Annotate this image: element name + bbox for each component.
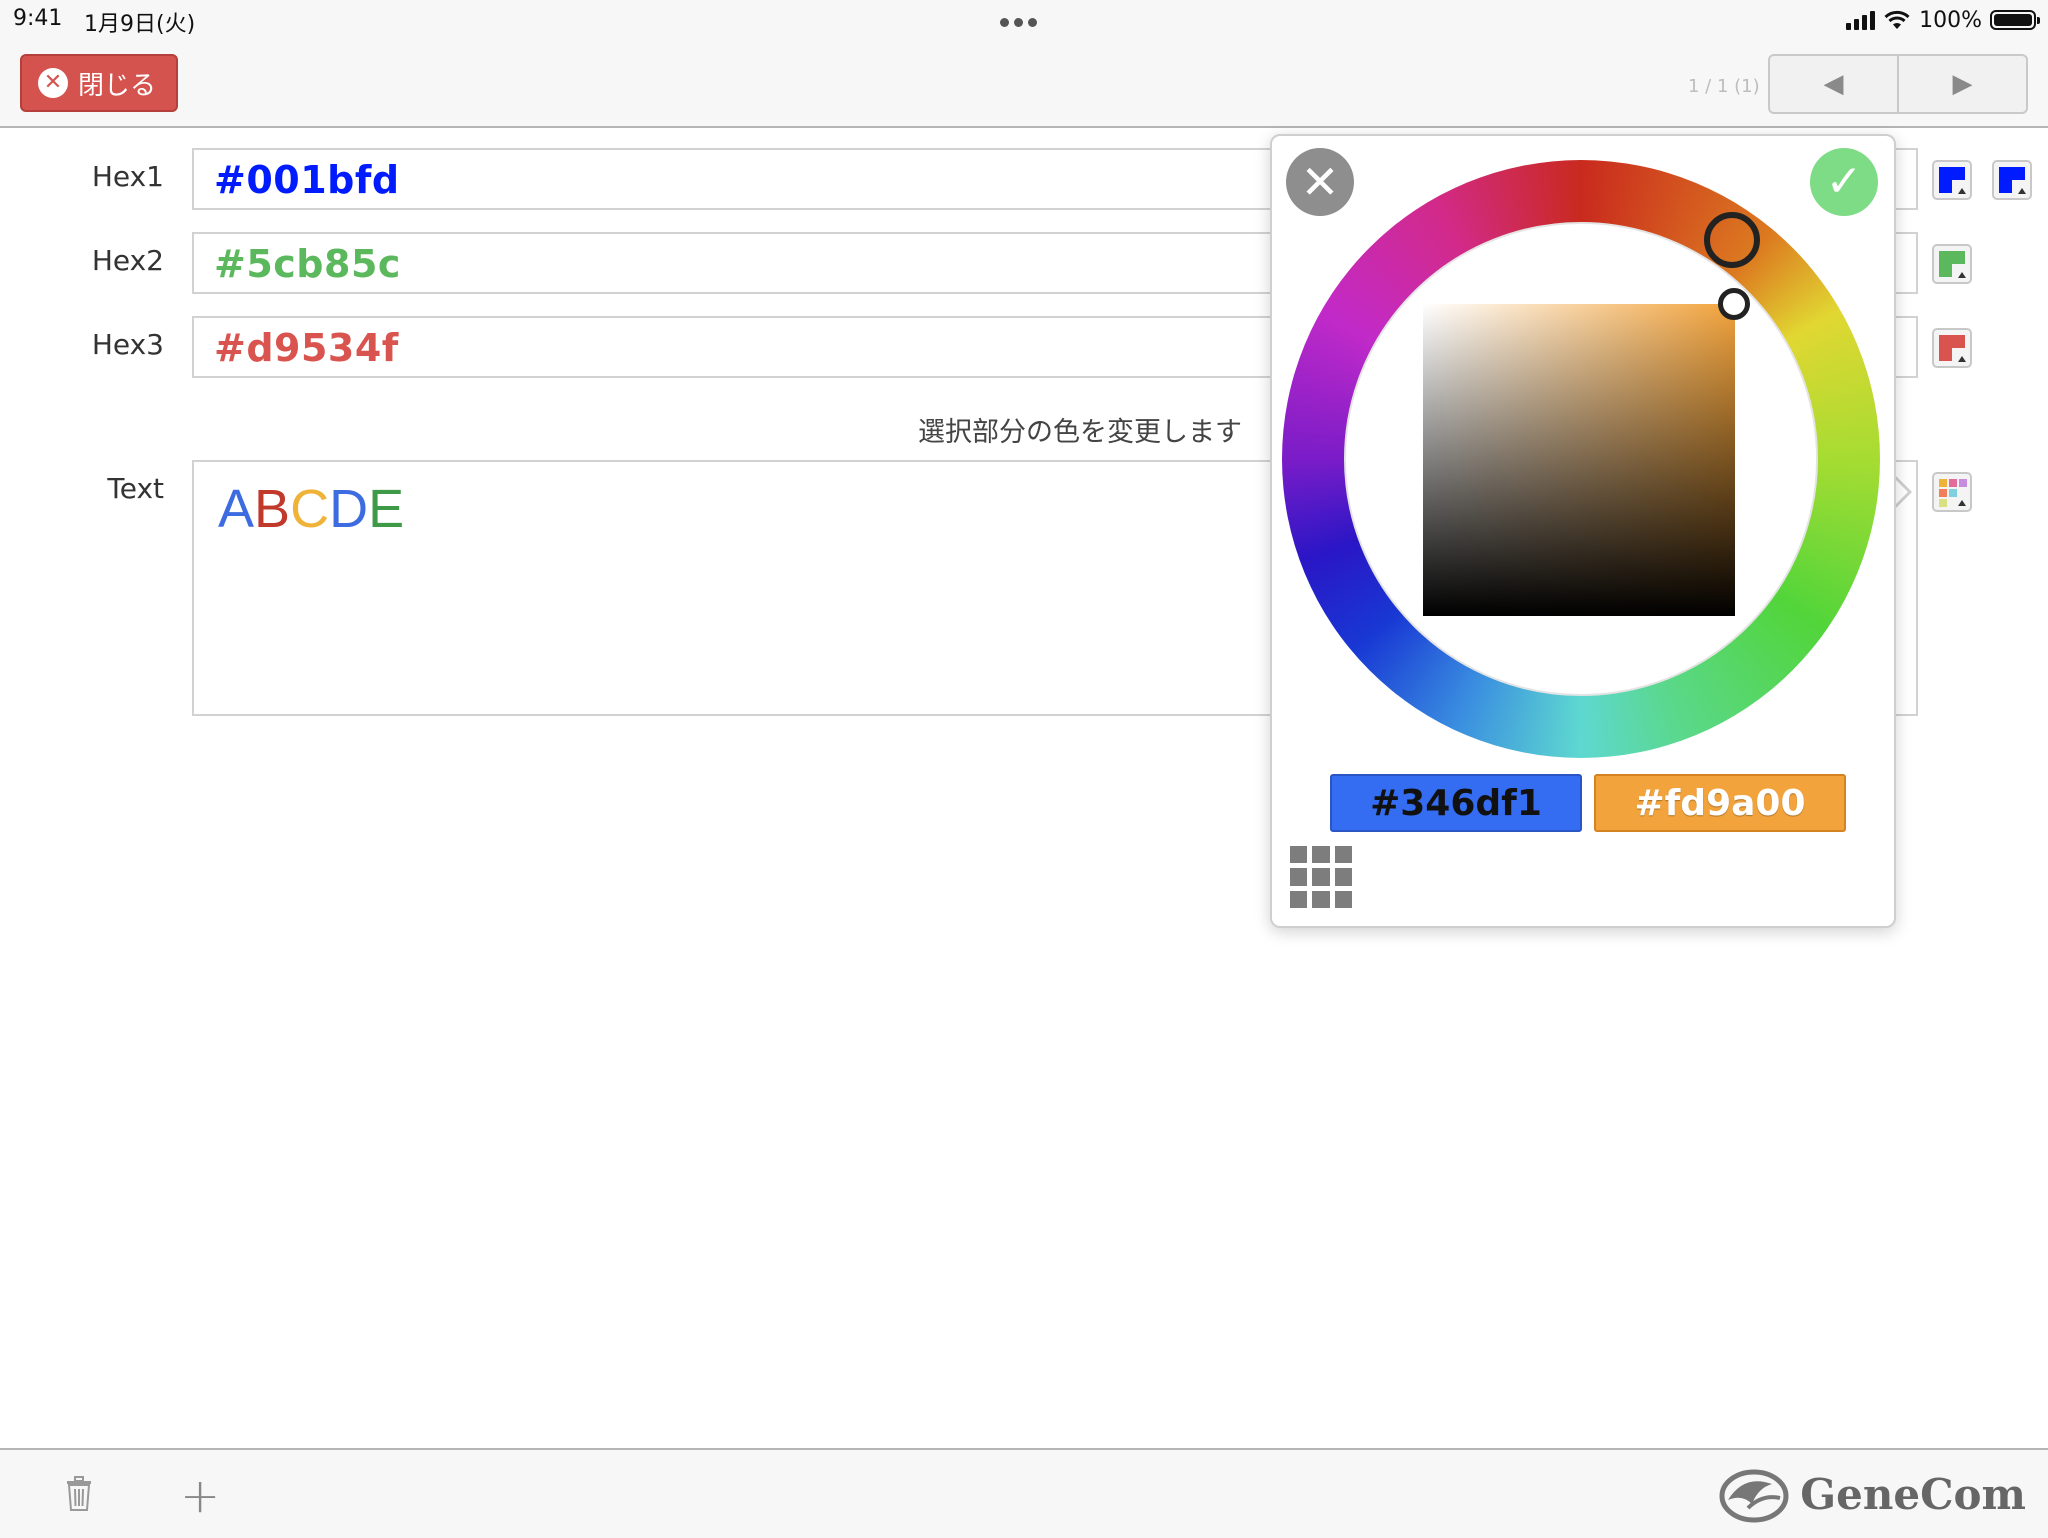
palette-grid-icon[interactable] [1290,846,1352,908]
page-indicator: 1 / 1 (1) [1688,76,1760,97]
hex3-label: Hex3 [91,328,164,361]
hex2-color-button[interactable] [1932,244,1972,284]
color-picker-popover: ✕ ✓ #346df1 #fd9a00 [1270,134,1896,928]
saturation-value-handle[interactable] [1718,288,1750,320]
popover-arrow [1892,474,1912,510]
text-color-button[interactable] [1932,472,1972,512]
saturation-value-square[interactable] [1423,304,1735,616]
close-button[interactable]: ✕ 閉じる [20,54,178,112]
status-time: 9:41 [13,6,63,31]
page-nav-segment: ◀ ▶ [1768,54,2028,114]
dropdown-triangle-icon [1958,272,1966,278]
status-date: 1月9日(火) [84,12,196,37]
previous-color-value: #346df1 [1370,782,1542,824]
picker-confirm-button[interactable]: ✓ [1810,148,1878,216]
dropdown-triangle-icon [2018,188,2026,194]
hex1-color-button[interactable] [1932,160,1972,200]
previous-color-chip[interactable]: #346df1 [1330,774,1582,832]
multitask-dots-icon[interactable] [1000,12,1048,27]
dropdown-triangle-icon [1958,500,1966,506]
status-bar: 9:41 1月9日(火) 100% [0,0,2048,40]
genecom-logo-icon [1719,1469,1789,1523]
hue-handle[interactable] [1704,212,1760,268]
current-color-value: #fd9a00 [1634,782,1806,824]
hex1-color-button-alt[interactable] [1992,160,2032,200]
brand-name: GeneCom [1800,1469,2026,1519]
letter-b: B [254,479,291,539]
letter-c: C [290,479,330,539]
selection-hint: 選択部分の色を変更します [918,417,1242,448]
close-icon: ✕ [1300,155,1340,209]
letter-a: A [218,479,255,539]
dropdown-triangle-icon [1958,356,1966,362]
next-page-button[interactable]: ▶ [1897,56,2026,112]
battery-percent: 100% [1919,7,1982,33]
picker-cancel-button[interactable]: ✕ [1286,148,1354,216]
nav-bar: ✕ 閉じる 1 / 1 (1) ◀ ▶ [0,40,2048,128]
hex1-value: #001bfd [214,158,400,202]
brand-logo: GeneCom [1718,1464,2026,1524]
cellular-signal-icon [1846,10,1876,30]
hex2-value: #5cb85c [214,242,401,286]
triangle-left-icon: ◀ [1823,69,1844,99]
status-indicators: 100% [1846,4,2040,36]
hex1-label: Hex1 [91,160,164,193]
text-label: Text [107,472,164,505]
hex3-value: #d9534f [214,326,399,370]
hex3-color-button[interactable] [1932,328,1972,368]
dropdown-triangle-icon [1958,188,1966,194]
close-button-label: 閉じる [78,70,157,101]
triangle-right-icon: ▶ [1952,69,1973,99]
wifi-icon [1884,10,1910,29]
checkmark-icon: ✓ [1825,156,1863,207]
current-color-chip[interactable]: #fd9a00 [1594,774,1846,832]
bottom-toolbar: + GeneCom [0,1448,2048,1538]
letter-d: D [329,479,369,539]
add-icon[interactable]: + [180,1472,220,1520]
close-circle-icon: ✕ [38,68,68,98]
letter-e: E [368,479,405,539]
trash-icon[interactable] [64,1476,94,1512]
battery-icon [1990,10,2040,30]
hex2-label: Hex2 [91,244,164,277]
prev-page-button[interactable]: ◀ [1770,56,1897,112]
styled-text: ABCDE [218,478,404,540]
